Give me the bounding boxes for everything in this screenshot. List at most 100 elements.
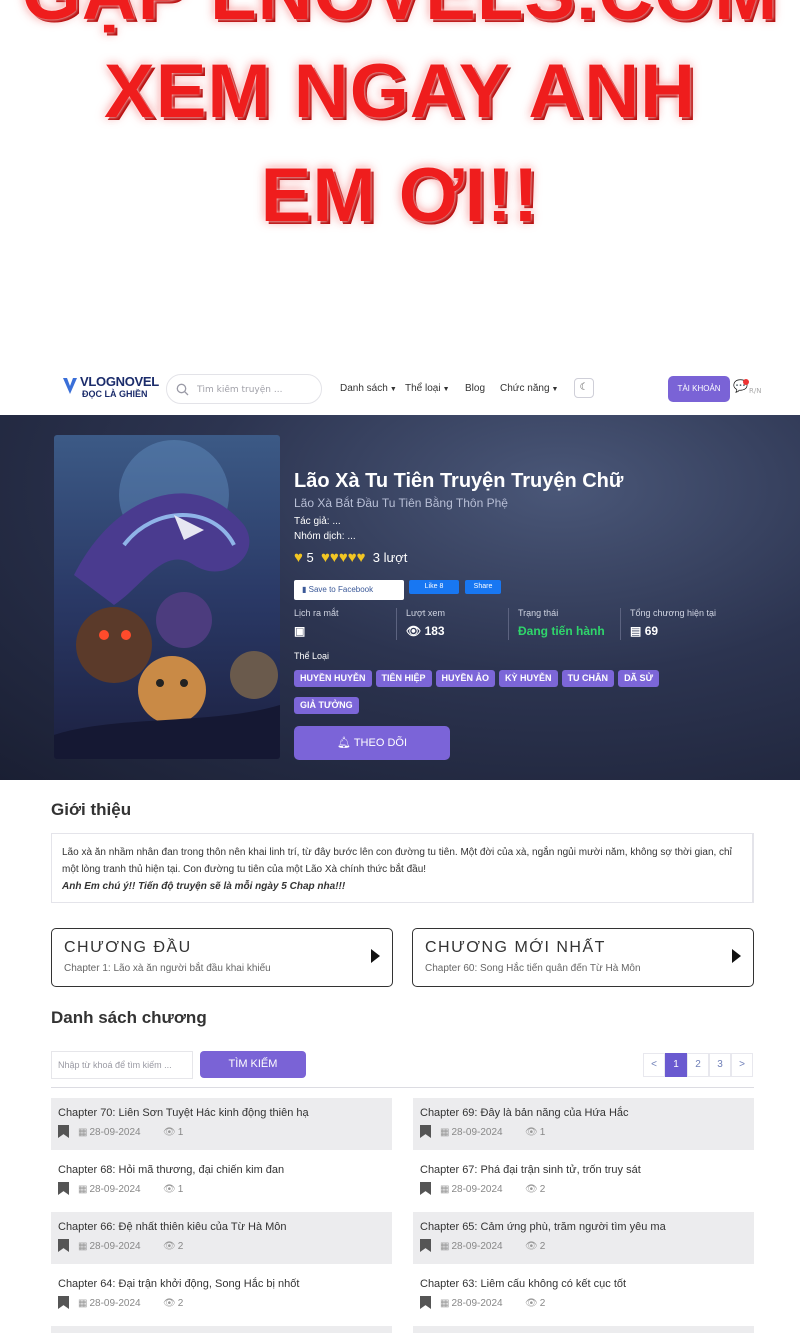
dark-mode-toggle[interactable]: ☾ [574, 378, 594, 398]
page-1[interactable]: 1 [665, 1053, 687, 1077]
rating-heart-2[interactable]: ♥ [330, 549, 339, 566]
stat-views: Lượt xem 👁 183 [406, 608, 445, 638]
promo-line-3: EM ƠI!! [260, 153, 540, 238]
bookmark-icon[interactable] [420, 1182, 431, 1195]
search-bar[interactable] [166, 374, 322, 404]
heart-icon: ♥ [294, 549, 303, 566]
notification-dot [743, 379, 749, 385]
triangle-right-icon [371, 949, 380, 963]
bookmark-icon[interactable] [58, 1182, 69, 1195]
cover-artwork [54, 435, 280, 759]
genre-tag[interactable]: TIÊN HIỆP [375, 670, 432, 687]
chapter-row[interactable]: Chapter 63: Liêm cấu không có kết cục tố… [413, 1269, 754, 1321]
book-icon: ▤ [630, 624, 642, 638]
facebook-save-button[interactable]: ▮ Save to Facebook [294, 580, 404, 600]
facebook-like-button[interactable]: Like 8 [409, 580, 459, 594]
chapter-row[interactable]: Chapter 64: Đại trận khởi động, Song Hắc… [51, 1269, 392, 1321]
chapter-search-button[interactable]: TÌM KIẾM [200, 1051, 306, 1078]
chapter-name: Chapter 66: Đệ nhất thiên kiêu của Từ Hà… [58, 1221, 287, 1233]
notification-button[interactable]: 💬 R/N [733, 379, 761, 401]
list-divider [51, 1087, 754, 1088]
page-3[interactable]: 3 [709, 1053, 731, 1077]
account-button[interactable]: TÀI KHOẢN [668, 376, 730, 402]
chapter-row[interactable] [413, 1326, 754, 1333]
eye-icon: 👁 [163, 1241, 176, 1252]
site-logo[interactable]: VLOGNOVEL ĐỌC LÀ GHIỀN [62, 374, 162, 404]
first-chapter-card[interactable]: CHƯƠNG ĐẦU Chapter 1: Lão xà ăn người bắ… [51, 928, 393, 987]
chapter-row[interactable]: Chapter 68: Hỏi mã thương, đại chiến kim… [51, 1155, 392, 1207]
chapter-date-text: 28-09-2024 [451, 1127, 503, 1138]
genre-tag[interactable]: DÃ SỬ [618, 670, 660, 687]
chapter-row[interactable]: Chapter 67: Phá đại trận sinh tử, trốn t… [413, 1155, 754, 1207]
triangle-right-icon [732, 949, 741, 963]
bookmark-icon[interactable] [420, 1296, 431, 1309]
chapter-date-text: 28-09-2024 [89, 1127, 141, 1138]
top-navbar: VLOGNOVEL ĐỌC LÀ GHIỀN Danh sách▼ Thể lo… [0, 362, 800, 414]
rating-heart-1[interactable]: ♥ [321, 549, 330, 566]
chapter-date-text: 28-09-2024 [451, 1184, 503, 1195]
rating-heart-3[interactable]: ♥ [339, 549, 348, 566]
page-prev[interactable]: < [643, 1053, 665, 1077]
chapter-views: 👁 2 [525, 1184, 545, 1195]
page-2[interactable]: 2 [687, 1053, 709, 1077]
chapter-views: 👁 2 [163, 1241, 183, 1252]
chapter-row[interactable]: Chapter 69: Đây là bản năng của Hứa Hắc … [413, 1098, 754, 1150]
caret-down-icon: ▼ [551, 386, 559, 393]
chapter-date: ▦ 28-09-2024 [78, 1241, 141, 1252]
chapter-list-heading: Danh sách chương [51, 1008, 207, 1027]
chapter-date: ▦ 28-09-2024 [78, 1298, 141, 1309]
caret-down-icon: ▼ [442, 386, 450, 393]
genre-tag[interactable]: HUYỀN ẢO [435, 670, 496, 687]
menu-blog[interactable]: Blog [465, 383, 485, 394]
genre-tag[interactable]: HUYỀN HUYỄN [294, 670, 372, 687]
chapter-date-text: 28-09-2024 [451, 1298, 503, 1309]
promo-line-2: XEM NGAY ANH [104, 49, 696, 134]
chapter-row[interactable] [51, 1326, 392, 1333]
rating-heart-4[interactable]: ♥ [348, 549, 357, 566]
bookmark-icon[interactable] [420, 1239, 431, 1252]
chapter-date: ▦ 28-09-2024 [78, 1127, 141, 1138]
eye-icon: 👁 [525, 1298, 538, 1309]
chapter-date-text: 28-09-2024 [451, 1241, 503, 1252]
menu-label: Thể loại [405, 383, 441, 394]
chapter-name: Chapter 65: Cảm ứng phù, trăm người tìm … [420, 1221, 666, 1233]
promo-banner: GẶP LNOVELS.COM XEM NGAY ANH EM ƠI!! [0, 0, 800, 360]
menu-danh-sach[interactable]: Danh sách ▼ [340, 383, 397, 394]
calendar-icon: ▦ [440, 1298, 450, 1309]
stat-divider [508, 608, 509, 640]
genre-tag[interactable]: TU CHÂN [561, 670, 615, 687]
intro-box: Lão xà ăn nhầm nhân đan trong thôn nên k… [51, 833, 754, 903]
bookmark-icon[interactable] [420, 1125, 431, 1138]
chapter-search-input[interactable] [51, 1051, 193, 1079]
stat-value: ▣ [294, 624, 339, 638]
bookmark-icon[interactable] [58, 1239, 69, 1252]
rating-heart-5[interactable]: ♥ [357, 549, 366, 566]
facebook-share-button[interactable]: Share [465, 580, 501, 594]
search-input[interactable] [197, 381, 315, 398]
bell-follow-icon: 🔔︎ [337, 737, 354, 749]
chapter-name: Chapter 68: Hỏi mã thương, đại chiến kim… [58, 1164, 285, 1176]
menu-label: Blog [465, 383, 486, 394]
rating-count: 3 lượt [372, 550, 408, 565]
stat-status: Trạng thái Đang tiến hành [518, 608, 605, 638]
bookmark-icon[interactable] [58, 1296, 69, 1309]
stat-value: 👁 183 [406, 624, 445, 638]
genre-tags: HUYỀN HUYỄN TIÊN HIỆP HUYỀN ẢO KỲ HUYỄN TU C… [294, 666, 714, 720]
chapter-views-text: 2 [177, 1241, 184, 1252]
genre-tag[interactable]: GIẢ TƯỞNG [294, 697, 359, 714]
eye-icon: 👁 [525, 1184, 538, 1195]
eye-icon: 👁 [163, 1127, 176, 1138]
chapter-name: Chapter 70: Liên Sơn Tuyệt Hác kinh động… [58, 1107, 309, 1119]
latest-chapter-card[interactable]: CHƯƠNG MỚI NHẤT Chapter 60: Song Hắc tiế… [412, 928, 754, 987]
chapter-date: ▦ 28-09-2024 [440, 1184, 503, 1195]
page-next[interactable]: > [731, 1053, 753, 1077]
promo-line-1: GẶP LNOVELS.COM [0, 0, 800, 36]
genre-tag[interactable]: KỲ HUYỄN [499, 670, 558, 687]
menu-the-loai[interactable]: Thể loại ▼ [405, 383, 450, 394]
bookmark-icon[interactable] [58, 1125, 69, 1138]
menu-chuc-nang[interactable]: Chức năng ▼ [500, 383, 558, 394]
chapter-row[interactable]: Chapter 70: Liên Sơn Tuyệt Hác kinh động… [51, 1098, 392, 1150]
chapter-row[interactable]: Chapter 66: Đệ nhất thiên kiêu của Từ Hà… [51, 1212, 392, 1264]
chapter-row[interactable]: Chapter 65: Cảm ứng phù, trăm người tìm … [413, 1212, 754, 1264]
follow-button[interactable]: 🔔︎ THEO DÕI [294, 726, 450, 760]
